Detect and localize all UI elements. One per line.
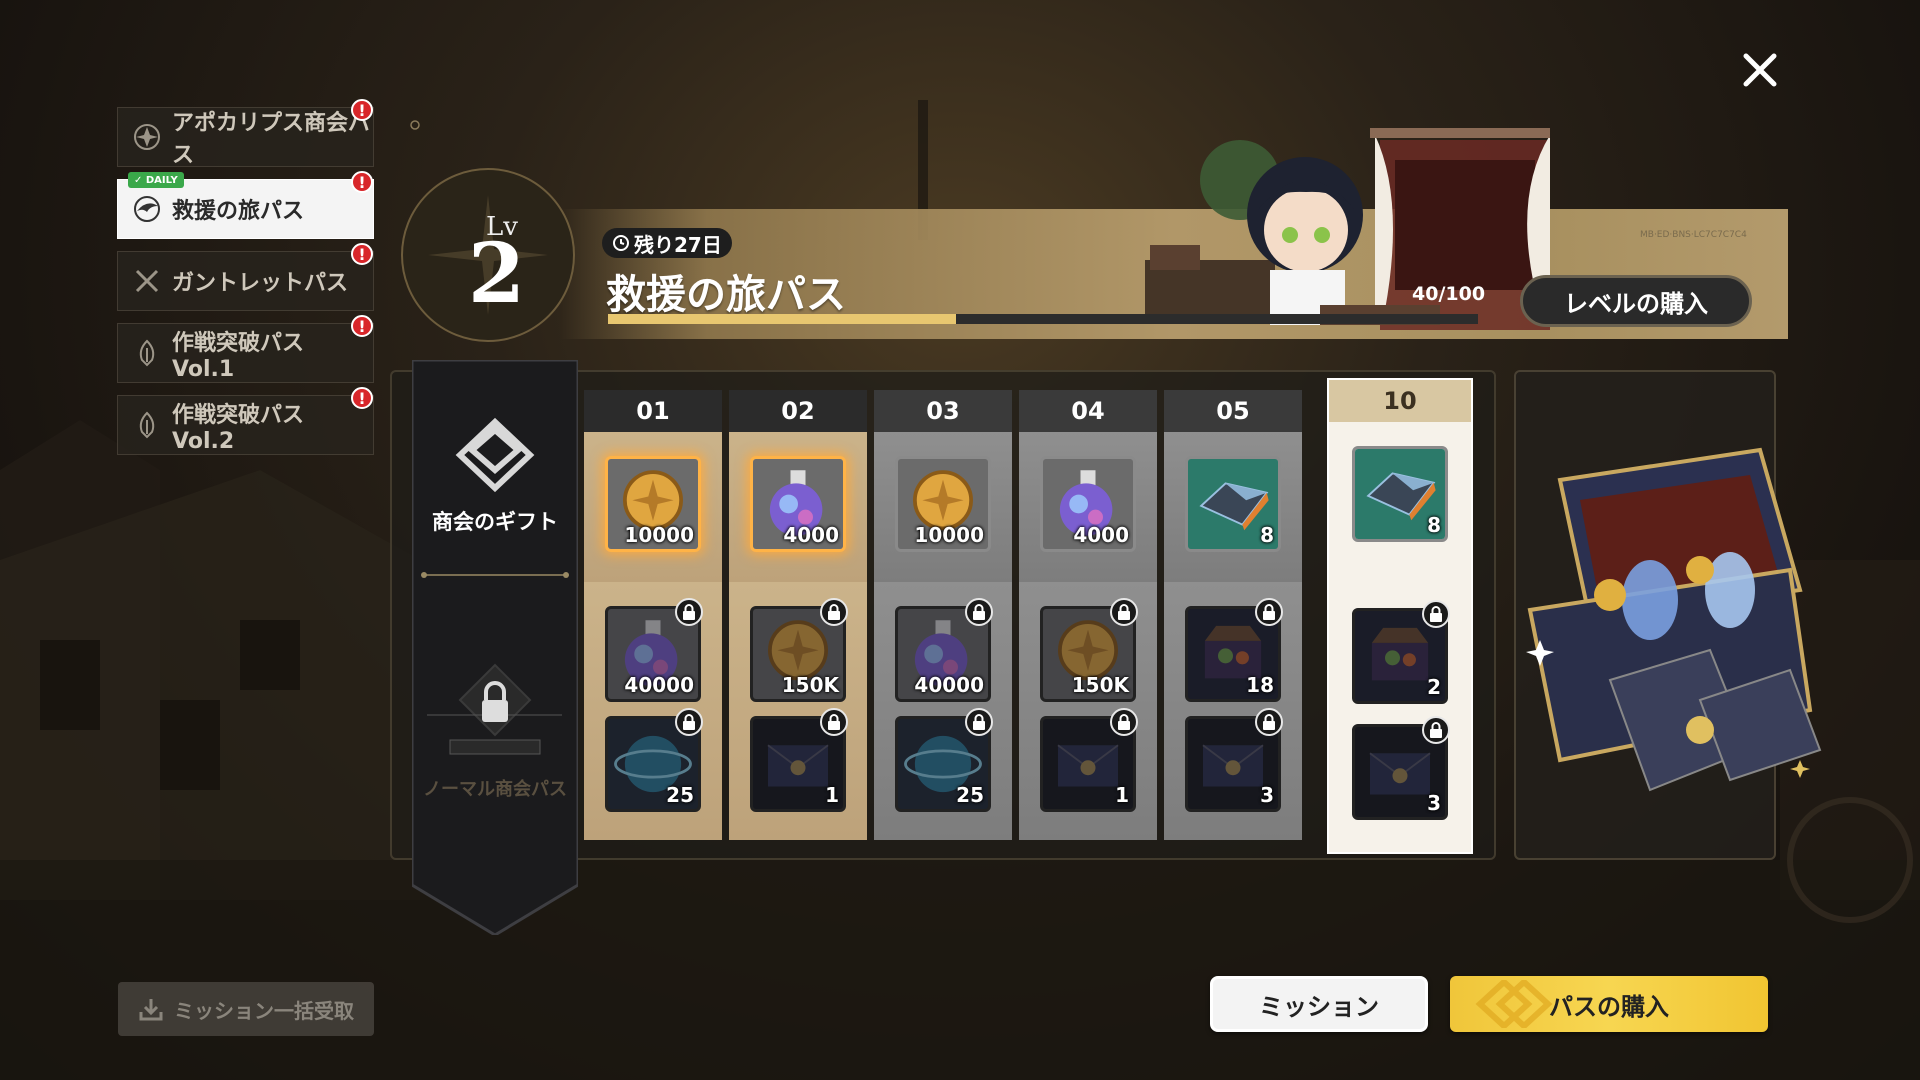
normal-pass-label: ノーマル商会パス [423, 779, 567, 800]
reward-column: 01 10000 40000 25 [584, 390, 722, 840]
reward-quantity: 8 [1427, 513, 1441, 537]
reward-quantity: 10000 [914, 523, 984, 547]
free-reward-crystal[interactable]: 8 [1185, 456, 1281, 552]
crossed-swords-icon [135, 269, 159, 293]
alert-badge: ! [351, 171, 373, 193]
daily-tag: ✓ DAILY [128, 172, 184, 188]
reward-column: 10 8 2 3 [1327, 378, 1473, 854]
reward-level-header: 03 [874, 390, 1012, 432]
gift-title: 商会のギフト [432, 510, 558, 534]
reward-quantity: 3 [1260, 783, 1274, 807]
flame-emblem-icon [139, 411, 155, 439]
reward-quantity: 10000 [624, 523, 694, 547]
alert-badge: ! [351, 99, 373, 121]
exp-progress-fill [608, 314, 956, 324]
reward-column: 04 4000 150K 1 [1019, 390, 1157, 840]
time-remaining: 残り27日 [602, 228, 732, 258]
reward-quantity: 150K [781, 673, 839, 697]
star-emblem-icon [134, 124, 160, 150]
reward-quantity: 2 [1427, 675, 1441, 699]
watermark-code: MB·ED·BNS·LC7C7C7C4 [1640, 230, 1747, 240]
collect-all-label: ミッション一括受取 [174, 998, 354, 1023]
tab-rescue-journey-pass[interactable]: ✓ DAILY 救援の旅パス ! [117, 171, 374, 239]
wing-emblem-icon [134, 196, 160, 222]
tab-gauntlet-pass[interactable]: ガントレットパス ! [117, 243, 374, 311]
reward-level-header: 02 [729, 390, 867, 432]
alert-badge: ! [351, 387, 373, 409]
exp-counter: 40/100 [1412, 283, 1486, 305]
lock-icon [1422, 600, 1450, 628]
reward-quantity: 8 [1260, 523, 1274, 547]
reward-quantity: 1 [825, 783, 839, 807]
lock-icon [1255, 708, 1283, 736]
reward-quantity: 40000 [914, 673, 984, 697]
lock-icon [675, 708, 703, 736]
clock-icon [613, 235, 629, 251]
reward-quantity: 25 [956, 783, 984, 807]
reward-quantity: 1 [1115, 783, 1129, 807]
level-value: 2 [468, 226, 526, 322]
exp-progress-bar [608, 314, 1478, 324]
reward-level-header: 05 [1164, 390, 1302, 432]
reward-level-header: 01 [584, 390, 722, 432]
alert-badge: ! [351, 315, 373, 337]
time-remaining-text: 残り27日 [634, 232, 722, 257]
buy-pass-label: パスの購入 [1549, 992, 1669, 1021]
reward-level-header: 04 [1019, 390, 1157, 432]
free-reward-potion[interactable]: 4000 [750, 456, 846, 552]
close-button[interactable] [1730, 40, 1790, 100]
daily-tag-label: DAILY [145, 174, 178, 186]
alert-badge: ! [351, 243, 373, 265]
lock-icon [1110, 708, 1138, 736]
reward-column: 02 4000 150K 1 [729, 390, 867, 840]
download-icon [139, 999, 163, 1021]
reward-column: 03 10000 40000 25 [874, 390, 1012, 840]
reward-quantity: 3 [1427, 791, 1441, 815]
free-reward-potion[interactable]: 4000 [1040, 456, 1136, 552]
lock-icon [1110, 598, 1138, 626]
ornament-dot [410, 120, 420, 130]
lock-icon [675, 598, 703, 626]
lock-icon [965, 598, 993, 626]
free-reward-gold-coin[interactable]: 10000 [895, 456, 991, 552]
reward-quantity: 4000 [783, 523, 839, 547]
diamond-emblem-icon [1475, 980, 1553, 1028]
reward-quantity: 40000 [624, 673, 694, 697]
reward-quantity: 4000 [1073, 523, 1129, 547]
buy-level-button[interactable]: レベルの購入 [1520, 275, 1752, 327]
reward-column: 05 8 18 3 [1164, 390, 1302, 840]
reward-quantity: 150K [1071, 673, 1129, 697]
tab-operation-pass-vol2[interactable]: 作戦突破パス Vol.2 ! [117, 387, 374, 455]
chibi-character-scene [1145, 128, 1550, 330]
flame-emblem-icon [139, 339, 155, 367]
reward-quantity: 25 [666, 783, 694, 807]
lock-icon [1255, 598, 1283, 626]
buy-pass-button[interactable]: パスの購入 [1450, 976, 1768, 1032]
collect-all-missions-button[interactable]: ミッション一括受取 [118, 982, 374, 1036]
tab-label: 作戦突破パス Vol.2 [172, 402, 305, 454]
tab-label: 作戦突破パス Vol.1 [172, 330, 305, 382]
level-emblem: Lv 2 [398, 165, 578, 345]
tab-label: 救援の旅パス [172, 199, 305, 224]
treasure-chest-image [1526, 447, 1822, 792]
pass-title: 救援の旅パス [606, 272, 846, 318]
free-reward-gold-coin[interactable]: 10000 [605, 456, 701, 552]
close-icon [1743, 53, 1777, 87]
reward-quantity: 18 [1246, 673, 1274, 697]
gift-column [412, 360, 578, 935]
tab-apocalypse-pass[interactable]: アポカリプス商会パス ! [117, 99, 374, 168]
tab-operation-pass-vol1[interactable]: 作戦突破パス Vol.1 ! [117, 315, 374, 383]
reward-level-header: 10 [1329, 380, 1471, 422]
lock-icon [965, 708, 993, 736]
lock-icon [820, 598, 848, 626]
tab-label: ガントレットパス [172, 271, 349, 296]
tab-label: アポカリプス商会パス [172, 111, 371, 168]
lock-icon [1422, 716, 1450, 744]
mission-button[interactable]: ミッション [1210, 976, 1428, 1032]
free-reward-crystal[interactable]: 8 [1352, 446, 1448, 542]
lock-icon [820, 708, 848, 736]
